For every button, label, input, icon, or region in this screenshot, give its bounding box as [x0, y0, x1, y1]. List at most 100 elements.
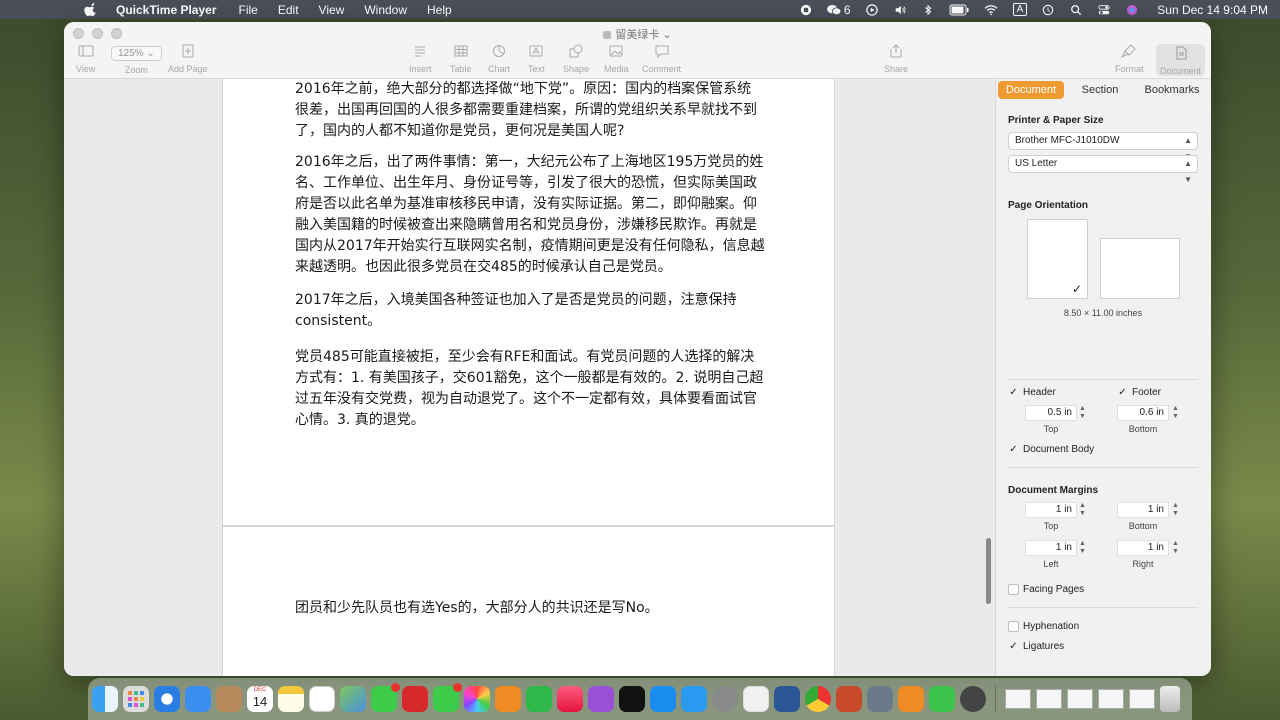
toolbar-format-button[interactable]: Format	[1115, 44, 1144, 74]
safari-icon[interactable]	[154, 686, 180, 712]
numbers-icon[interactable]	[526, 686, 552, 712]
hyphenation-checkbox[interactable]: Hyphenation	[1008, 621, 1079, 632]
document-body-checkbox[interactable]: ✓ Document Body	[1008, 444, 1094, 455]
toolbar-view-button[interactable]: View	[76, 44, 95, 74]
podcasts-icon[interactable]	[588, 686, 614, 712]
page2-paragraph[interactable]: 团员和少先队员也有选Yes的，大部分人的共识还是写No。	[295, 598, 765, 619]
header-stepper[interactable]: ▲ ▼	[1078, 405, 1087, 421]
toolbar-add-page-button[interactable]: Add Page	[168, 44, 208, 74]
toolbar-insert-button[interactable]: Insert	[409, 44, 432, 74]
bluetooth-icon[interactable]	[921, 3, 935, 16]
preview-icon[interactable]	[867, 686, 893, 712]
system-settings-icon[interactable]	[712, 686, 738, 712]
menu-file[interactable]: File	[239, 3, 258, 17]
header-checkbox[interactable]: ✓ Header	[1008, 387, 1056, 398]
finder-icon[interactable]	[92, 686, 118, 712]
toolbar-chart-button[interactable]: Chart	[488, 44, 510, 74]
footer-stepper[interactable]: ▲ ▼	[1171, 405, 1180, 421]
contacts-icon[interactable]	[216, 686, 242, 712]
margin-bottom-input[interactable]: 1 in	[1117, 502, 1169, 518]
wifi-icon[interactable]	[983, 4, 999, 16]
messages-icon[interactable]	[371, 683, 400, 712]
paragraph-4[interactable]: 党员485可能直接被拒，至少会有RFE和面试。有党员问题的人选择的解决方式有：1…	[295, 347, 765, 431]
toolbar-share-button[interactable]: Share	[884, 44, 908, 74]
apple-tv-icon[interactable]	[619, 686, 645, 712]
menu-edit[interactable]: Edit	[278, 3, 299, 17]
launchpad-icon[interactable]	[123, 686, 149, 712]
document-canvas[interactable]: 2016年之前，绝大部分的都选择做“地下党”。原因：国内的档案保管系统很差，出国…	[64, 79, 995, 676]
menu-window[interactable]: Window	[364, 3, 407, 17]
facing-pages-checkbox[interactable]: Facing Pages	[1008, 584, 1084, 595]
wechat-app-icon[interactable]	[929, 686, 955, 712]
landscape-orientation-option[interactable]	[1100, 238, 1180, 299]
menu-view[interactable]: View	[319, 3, 345, 17]
margin-right-stepper[interactable]: ▲ ▼	[1171, 540, 1180, 556]
notes-icon[interactable]	[278, 686, 304, 712]
header-distance-input[interactable]: 0.5 in	[1025, 405, 1077, 421]
tab-document[interactable]: Document	[998, 81, 1064, 99]
spotlight-search-icon[interactable]	[1069, 4, 1083, 16]
document-title[interactable]: 留美绿卡 ⌄	[64, 26, 1211, 42]
siri-icon[interactable]	[1125, 4, 1139, 16]
music-icon[interactable]	[557, 686, 583, 712]
volume-icon[interactable]	[893, 4, 907, 16]
paragraph-3[interactable]: 2017年之后，入境美国各种签证也加入了是否是党员的问题，注意保持consist…	[295, 290, 765, 332]
input-source-indicator[interactable]: A	[1012, 3, 1028, 16]
paragraph-1[interactable]: 2016年之前，绝大部分的都选择做“地下党”。原因：国内的档案保管系统很差，出国…	[295, 79, 765, 142]
ligatures-checkbox[interactable]: ✓ Ligatures	[1008, 641, 1064, 652]
menu-app-name[interactable]: QuickTime Player	[116, 3, 217, 17]
freeform-icon[interactable]	[309, 686, 335, 712]
minimized-window-thumbnail[interactable]	[1098, 689, 1124, 709]
chrome-icon[interactable]	[805, 686, 831, 712]
control-center-icon[interactable]	[1097, 4, 1111, 16]
minimized-window-thumbnail[interactable]	[1067, 689, 1093, 709]
microsoft-word-icon[interactable]	[774, 686, 800, 712]
photos-icon[interactable]	[464, 686, 490, 712]
footer-checkbox[interactable]: ✓ Footer	[1117, 387, 1161, 398]
minimized-window-thumbnail[interactable]	[1005, 689, 1031, 709]
toolbar-text-button[interactable]: Text	[528, 44, 545, 74]
photo-booth-icon[interactable]	[402, 686, 428, 712]
toolbar-shape-button[interactable]: Shape	[563, 44, 589, 74]
books-icon[interactable]	[898, 686, 924, 712]
margin-top-input[interactable]: 1 in	[1025, 502, 1077, 518]
powerpoint-icon[interactable]	[836, 686, 862, 712]
tab-bookmarks[interactable]: Bookmarks	[1136, 81, 1208, 99]
calendar-icon[interactable]: DEC 14	[247, 686, 273, 712]
facetime-icon[interactable]	[433, 683, 462, 712]
margin-left-stepper[interactable]: ▲ ▼	[1078, 540, 1087, 556]
document-page-2[interactable]: 团员和少先队员也有选Yes的，大部分人的共识还是写No。	[222, 526, 835, 676]
toolbar-table-button[interactable]: Table	[450, 44, 472, 74]
margin-right-input[interactable]: 1 in	[1117, 540, 1169, 556]
mail-icon[interactable]	[185, 686, 211, 712]
apple-icon[interactable]	[84, 2, 98, 17]
time-machine-icon[interactable]	[1041, 4, 1055, 16]
paper-size-select[interactable]: US Letter ▲ ▼	[1008, 155, 1198, 184]
news-icon[interactable]	[743, 686, 769, 712]
margin-top-stepper[interactable]: ▲ ▼	[1078, 502, 1087, 518]
footer-distance-input[interactable]: 0.6 in	[1117, 405, 1169, 421]
minimized-window-thumbnail[interactable]	[1129, 689, 1155, 709]
keynote-icon[interactable]	[681, 686, 707, 712]
menubar-clock[interactable]: Sun Dec 14 9:04 PM	[1157, 3, 1268, 17]
toolbar-zoom-control[interactable]: 125% ⌄ Zoom	[111, 46, 162, 75]
trash-icon[interactable]	[1160, 686, 1180, 712]
portrait-orientation-option[interactable]: ✓	[1027, 219, 1088, 299]
maps-icon[interactable]	[340, 686, 366, 712]
tab-section[interactable]: Section	[1064, 81, 1136, 99]
toolbar-media-button[interactable]: Media	[604, 44, 629, 74]
document-page-1[interactable]: 2016年之前，绝大部分的都选择做“地下党”。原因：国内的档案保管系统很差，出国…	[222, 79, 835, 526]
paragraph-2[interactable]: 2016年之后，出了两件事情：第一，大纪元公布了上海地区195万党员的姓名、工作…	[295, 152, 765, 278]
toolbar-document-button[interactable]: Document	[1156, 44, 1206, 76]
vertical-scrollbar[interactable]	[986, 538, 991, 604]
zoom-select[interactable]: 125% ⌄	[111, 46, 162, 61]
minimized-window-thumbnail[interactable]	[1036, 689, 1062, 709]
app-store-icon[interactable]	[650, 686, 676, 712]
toolbar-comment-button[interactable]: Comment	[642, 44, 681, 74]
play-icon[interactable]	[865, 3, 879, 16]
record-stop-icon[interactable]	[799, 4, 813, 16]
margin-bottom-stepper[interactable]: ▲ ▼	[1171, 502, 1180, 518]
margin-left-input[interactable]: 1 in	[1025, 540, 1077, 556]
wechat-status[interactable]: 6	[827, 3, 851, 17]
quicktime-icon[interactable]	[960, 686, 986, 712]
